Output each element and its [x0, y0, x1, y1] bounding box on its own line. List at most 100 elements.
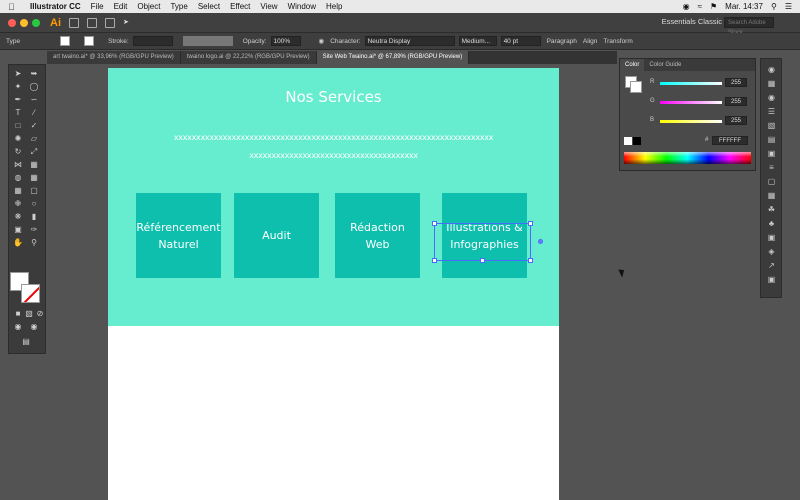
selection-tool-icon[interactable]: ➤ [13, 69, 23, 78]
screen-mode-icon[interactable]: ▤ [21, 337, 31, 346]
channel-b-value[interactable]: 255 [725, 116, 747, 125]
channel-r-value[interactable]: 255 [725, 78, 747, 87]
transform-label[interactable]: Transform [603, 38, 632, 45]
width-tool-icon[interactable]: ⋈ [13, 160, 23, 169]
color-panel-icon[interactable]: ◉ [766, 65, 777, 74]
none-mode-icon[interactable]: ⊘ [35, 309, 45, 318]
font-family-field[interactable]: Neutra Display [364, 36, 455, 46]
flag-icon[interactable]: ⚑ [710, 2, 717, 11]
line-tool-icon[interactable]: ∕ [29, 108, 39, 117]
transparency-icon[interactable]: ▧ [766, 121, 777, 130]
selection-handle[interactable] [480, 258, 485, 263]
graphic-styles-icon[interactable]: ▣ [766, 233, 777, 242]
swatches-icon[interactable]: ▦ [766, 191, 777, 200]
lasso-tool-icon[interactable]: ◯ [29, 82, 39, 91]
color-mode-icon[interactable]: ■ [13, 309, 23, 318]
stroke-color-proxy[interactable] [630, 81, 642, 93]
text-selection-box[interactable] [434, 223, 531, 261]
menu-list-icon[interactable]: ☰ [785, 2, 792, 11]
wifi-icon[interactable]: ≈ [698, 2, 702, 11]
channel-r-slider[interactable] [660, 82, 722, 85]
selection-handle[interactable] [432, 221, 437, 226]
menu-object[interactable]: Object [137, 2, 160, 11]
align-label[interactable]: Align [583, 38, 597, 45]
service-card-redaction[interactable]: Rédaction Web [335, 193, 420, 278]
tab-art-twaino[interactable]: art twaino.ai* @ 33,96% (RGB/GPU Preview… [47, 51, 181, 64]
curvature-tool-icon[interactable]: ∽ [29, 95, 39, 104]
shaper-tool-icon[interactable]: ✺ [13, 134, 23, 143]
artboard-tool-icon[interactable]: ▣ [13, 225, 23, 234]
direct-selection-tool-icon[interactable]: ➥ [29, 69, 39, 78]
font-style-field[interactable]: Medium... [458, 36, 497, 46]
artboards-icon[interactable]: ▣ [766, 275, 777, 284]
color-spectrum[interactable] [624, 152, 751, 164]
tab-site-web-twaino[interactable]: Site Web Twaino.ai* @ 67,89% (RGB/GPU Pr… [316, 51, 470, 64]
variable-width-profile[interactable] [182, 36, 233, 46]
symbol-sprayer-tool-icon[interactable]: ❋ [13, 212, 23, 221]
channel-b-slider[interactable] [660, 120, 722, 123]
mesh-tool-icon[interactable]: ▦ [13, 186, 23, 195]
menu-window[interactable]: Window [288, 2, 316, 11]
tab-color-guide[interactable]: Color Guide [644, 59, 686, 71]
gradient-mode-icon[interactable]: ▧ [24, 309, 34, 318]
menu-help[interactable]: Help [326, 2, 342, 11]
column-graph-tool-icon[interactable]: ▮ [29, 212, 39, 221]
zoom-window-button[interactable] [32, 18, 40, 27]
eyedropper-tool-icon[interactable]: ✙ [13, 199, 23, 208]
apple-icon[interactable]:  [8, 2, 20, 12]
layers-panel-icon[interactable]: ☰ [766, 107, 777, 116]
rotate-tool-icon[interactable]: ↻ [13, 147, 23, 156]
clock[interactable]: Mar. 14:37 [725, 2, 763, 11]
magic-wand-tool-icon[interactable]: ✦ [13, 82, 23, 91]
menu-file[interactable]: File [91, 2, 104, 11]
placeholder-text-line-2[interactable]: xxxxxxxxxxxxxxxxxxxxxxxxxxxxxxxxxxxxxx [108, 151, 559, 160]
draw-normal-icon[interactable]: ◉ [13, 322, 23, 331]
gradient-panel-icon[interactable]: ▢ [766, 177, 777, 186]
stroke-color-swatch[interactable] [21, 284, 40, 303]
service-card-audit[interactable]: Audit [234, 193, 319, 278]
free-transform-tool-icon[interactable]: ▦ [29, 160, 39, 169]
close-window-button[interactable] [8, 18, 16, 27]
paintbrush-tool-icon[interactable]: ✓ [29, 121, 39, 130]
tab-twaino-logo[interactable]: twaino logo.ai @ 22,22% (RGB/GPU Preview… [180, 51, 317, 64]
stroke-weight-field[interactable] [132, 36, 173, 46]
black-swatch[interactable] [633, 137, 641, 145]
channel-g-value[interactable]: 255 [725, 97, 747, 106]
type-tool-icon[interactable]: T [13, 108, 23, 117]
service-card-referencement[interactable]: Référencement Naturel [136, 193, 221, 278]
brushes-icon[interactable]: ☘ [766, 205, 777, 214]
layers-icon[interactable]: ◈ [766, 247, 777, 256]
scale-tool-icon[interactable]: ⤢ [29, 147, 39, 156]
gpu-performance-icon[interactable]: ➤ [123, 18, 133, 28]
menu-view[interactable]: View [260, 2, 277, 11]
appearance-icon[interactable]: ◉ [766, 93, 777, 102]
rectangle-tool-icon[interactable]: □ [13, 121, 23, 130]
none-swatch[interactable] [624, 137, 632, 145]
hand-tool-icon[interactable]: ✋ [13, 238, 23, 247]
placeholder-text-line-1[interactable]: xxxxxxxxxxxxxxxxxxxxxxxxxxxxxxxxxxxxxxxx… [108, 133, 559, 142]
selection-handle[interactable] [432, 258, 437, 263]
export-icon[interactable]: ↗ [766, 261, 777, 270]
blend-tool-icon[interactable]: ○ [29, 199, 39, 208]
section-title[interactable]: Nos Services [108, 88, 559, 106]
stroke-panel-icon[interactable]: ≡ [766, 163, 777, 172]
slice-tool-icon[interactable]: ✑ [29, 225, 39, 234]
paragraph-label[interactable]: Paragraph [547, 38, 577, 45]
menu-select[interactable]: Select [198, 2, 220, 11]
tab-color[interactable]: Color [620, 59, 645, 71]
pathfinder-icon[interactable]: ▣ [766, 149, 777, 158]
stroke-swatch[interactable] [84, 36, 95, 46]
character-label[interactable]: Character: [330, 38, 360, 45]
zoom-tool-icon[interactable]: ⚲ [29, 238, 39, 247]
pen-tool-icon[interactable]: ✒ [13, 95, 23, 104]
fill-swatch[interactable] [60, 36, 71, 46]
symbols-icon[interactable]: ♣ [766, 219, 777, 228]
eraser-tool-icon[interactable]: ▱ [29, 134, 39, 143]
stock-icon[interactable] [87, 17, 97, 28]
bridge-icon[interactable] [69, 17, 79, 28]
font-size-field[interactable]: 40 pt [500, 36, 541, 46]
workspace-switcher[interactable]: Essentials Classic [662, 17, 722, 26]
minimize-window-button[interactable] [20, 18, 28, 27]
align-panel-icon[interactable]: ▤ [766, 135, 777, 144]
artboard[interactable]: Nos Services xxxxxxxxxxxxxxxxxxxxxxxxxxx… [108, 68, 559, 500]
